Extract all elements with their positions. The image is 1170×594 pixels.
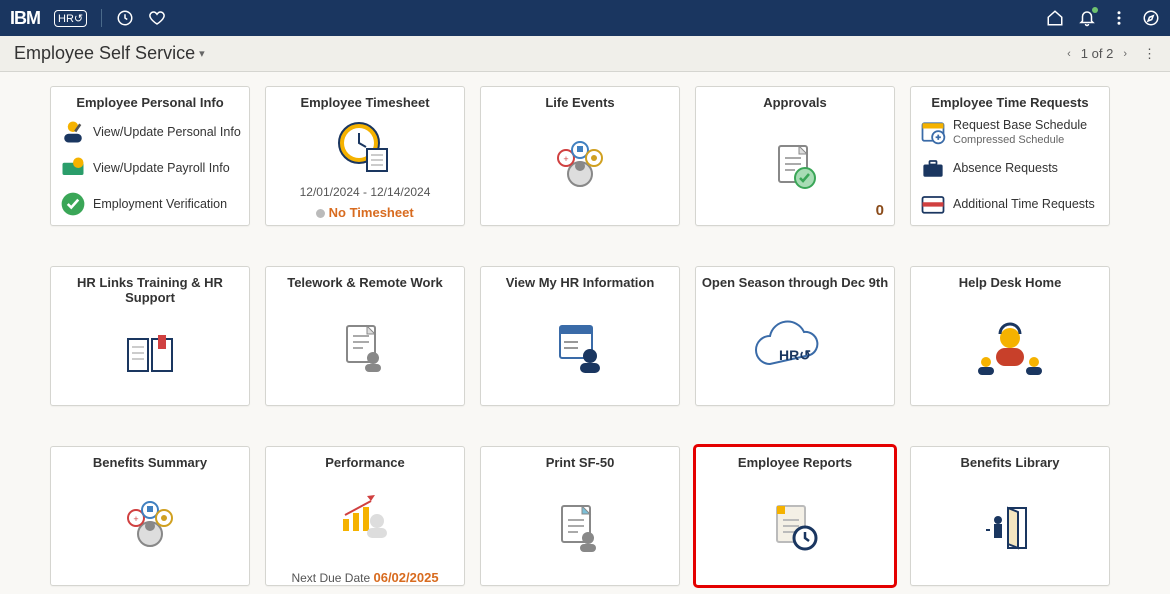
tile-title: Telework & Remote Work	[287, 275, 443, 290]
benefits-icon: +	[118, 496, 182, 560]
book-icon	[118, 323, 182, 387]
tile-life-events[interactable]: Life Events +	[480, 86, 680, 226]
tile-time-requests[interactable]: Employee Time Requests Request Base Sche…	[910, 86, 1110, 226]
tile-title: Help Desk Home	[959, 275, 1062, 290]
tile-performance[interactable]: Performance Next Due Date 06/02/2025	[265, 446, 465, 586]
page-title: Employee Self Service	[14, 43, 195, 64]
timesheet-range: 12/01/2024 - 12/14/2024	[300, 185, 431, 199]
svg-text:+: +	[563, 154, 568, 164]
cloud-hr-icon: HR↺	[750, 316, 840, 380]
tile-title: Employee Reports	[738, 455, 852, 470]
link-additional-time[interactable]: Additional Time Requests	[917, 186, 1103, 222]
check-circle-icon	[59, 190, 87, 218]
sub-brand: HR↺	[54, 10, 87, 27]
link-request-base-schedule[interactable]: Request Base ScheduleCompressed Schedule	[917, 114, 1103, 150]
compass-icon[interactable]	[1142, 9, 1160, 27]
tile-telework[interactable]: Telework & Remote Work	[265, 266, 465, 406]
tile-help-desk[interactable]: Help Desk Home	[910, 266, 1110, 406]
notification-dot	[1092, 7, 1098, 13]
timesheet-status: No Timesheet	[316, 205, 413, 220]
bell-icon[interactable]	[1078, 9, 1096, 27]
svg-text:HR↺: HR↺	[779, 347, 811, 363]
link-absence-requests[interactable]: Absence Requests	[917, 150, 1103, 186]
clock-sheet-icon	[333, 115, 397, 179]
tile-personal-info[interactable]: Employee Personal Info View/Update Perso…	[50, 86, 250, 226]
tile-benefits-summary[interactable]: Benefits Summary +	[50, 446, 250, 586]
performance-chart-icon	[333, 485, 397, 549]
tile-approvals[interactable]: Approvals 0	[695, 86, 895, 226]
brand-logo: IBM	[10, 8, 40, 29]
status-dot-icon	[316, 209, 325, 218]
heart-icon[interactable]	[148, 9, 166, 27]
tile-title: HR Links Training & HR Support	[51, 275, 249, 305]
sub-header: Employee Self Service ▾ ‹ 1 of 2 › ⋮	[0, 36, 1170, 72]
calendar-plus-icon	[919, 118, 947, 146]
tile-title: Print SF-50	[546, 455, 615, 470]
tile-title: Employee Time Requests	[931, 95, 1088, 110]
svg-text:+: +	[133, 514, 138, 524]
document-person-icon	[548, 496, 612, 560]
tile-title: Open Season through Dec 9th	[702, 275, 888, 290]
link-view-update-payroll[interactable]: View/Update Payroll Info	[57, 150, 243, 186]
performance-footer: Next Due Date 06/02/2025	[291, 570, 438, 585]
content-scroll[interactable]: Employee Personal Info View/Update Perso…	[0, 72, 1170, 594]
tile-title: Employee Timesheet	[300, 95, 429, 110]
top-bar: IBM HR↺	[0, 0, 1170, 36]
pager-text: 1 of 2	[1081, 46, 1114, 61]
divider	[101, 9, 102, 27]
tile-title: Performance	[325, 455, 404, 470]
pager-prev[interactable]: ‹	[1067, 48, 1071, 60]
tile-open-season[interactable]: Open Season through Dec 9th HR↺	[695, 266, 895, 406]
tile-grid: Employee Personal Info View/Update Perso…	[50, 86, 1130, 586]
document-check-icon	[763, 136, 827, 200]
tile-print-sf50[interactable]: Print SF-50	[480, 446, 680, 586]
document-person-icon	[333, 316, 397, 380]
tile-title: Benefits Summary	[93, 455, 207, 470]
calendar-extra-icon	[919, 190, 947, 218]
tile-hr-training[interactable]: HR Links Training & HR Support	[50, 266, 250, 406]
tile-title: Benefits Library	[961, 455, 1060, 470]
door-exit-icon	[978, 496, 1042, 560]
briefcase-icon	[919, 154, 947, 182]
kebab-menu-icon[interactable]: ⋮	[1143, 46, 1156, 62]
clock-icon[interactable]	[116, 9, 134, 27]
person-edit-icon	[59, 118, 87, 146]
home-icon[interactable]	[1046, 9, 1064, 27]
kebab-menu-icon[interactable]	[1110, 9, 1128, 27]
support-agent-icon	[970, 316, 1050, 380]
payroll-icon	[59, 154, 87, 182]
pager-next[interactable]: ›	[1123, 48, 1127, 60]
tile-view-hr-info[interactable]: View My HR Information	[480, 266, 680, 406]
tile-employee-reports[interactable]: Employee Reports	[695, 446, 895, 586]
tile-title: Employee Personal Info	[76, 95, 223, 110]
tile-title: Approvals	[763, 95, 827, 110]
form-person-icon	[548, 316, 612, 380]
chevron-down-icon: ▾	[199, 47, 205, 60]
report-clock-icon	[763, 496, 827, 560]
link-employment-verification[interactable]: Employment Verification	[57, 186, 243, 222]
link-view-update-personal[interactable]: View/Update Personal Info	[57, 114, 243, 150]
tile-title: View My HR Information	[506, 275, 655, 290]
page-title-dropdown[interactable]: Employee Self Service ▾	[14, 43, 205, 64]
tile-benefits-library[interactable]: Benefits Library	[910, 446, 1110, 586]
life-events-icon: +	[548, 136, 612, 200]
tile-title: Life Events	[545, 95, 614, 110]
tile-timesheet[interactable]: Employee Timesheet 12/01/2024 - 12/14/20…	[265, 86, 465, 226]
approvals-count: 0	[876, 202, 884, 219]
